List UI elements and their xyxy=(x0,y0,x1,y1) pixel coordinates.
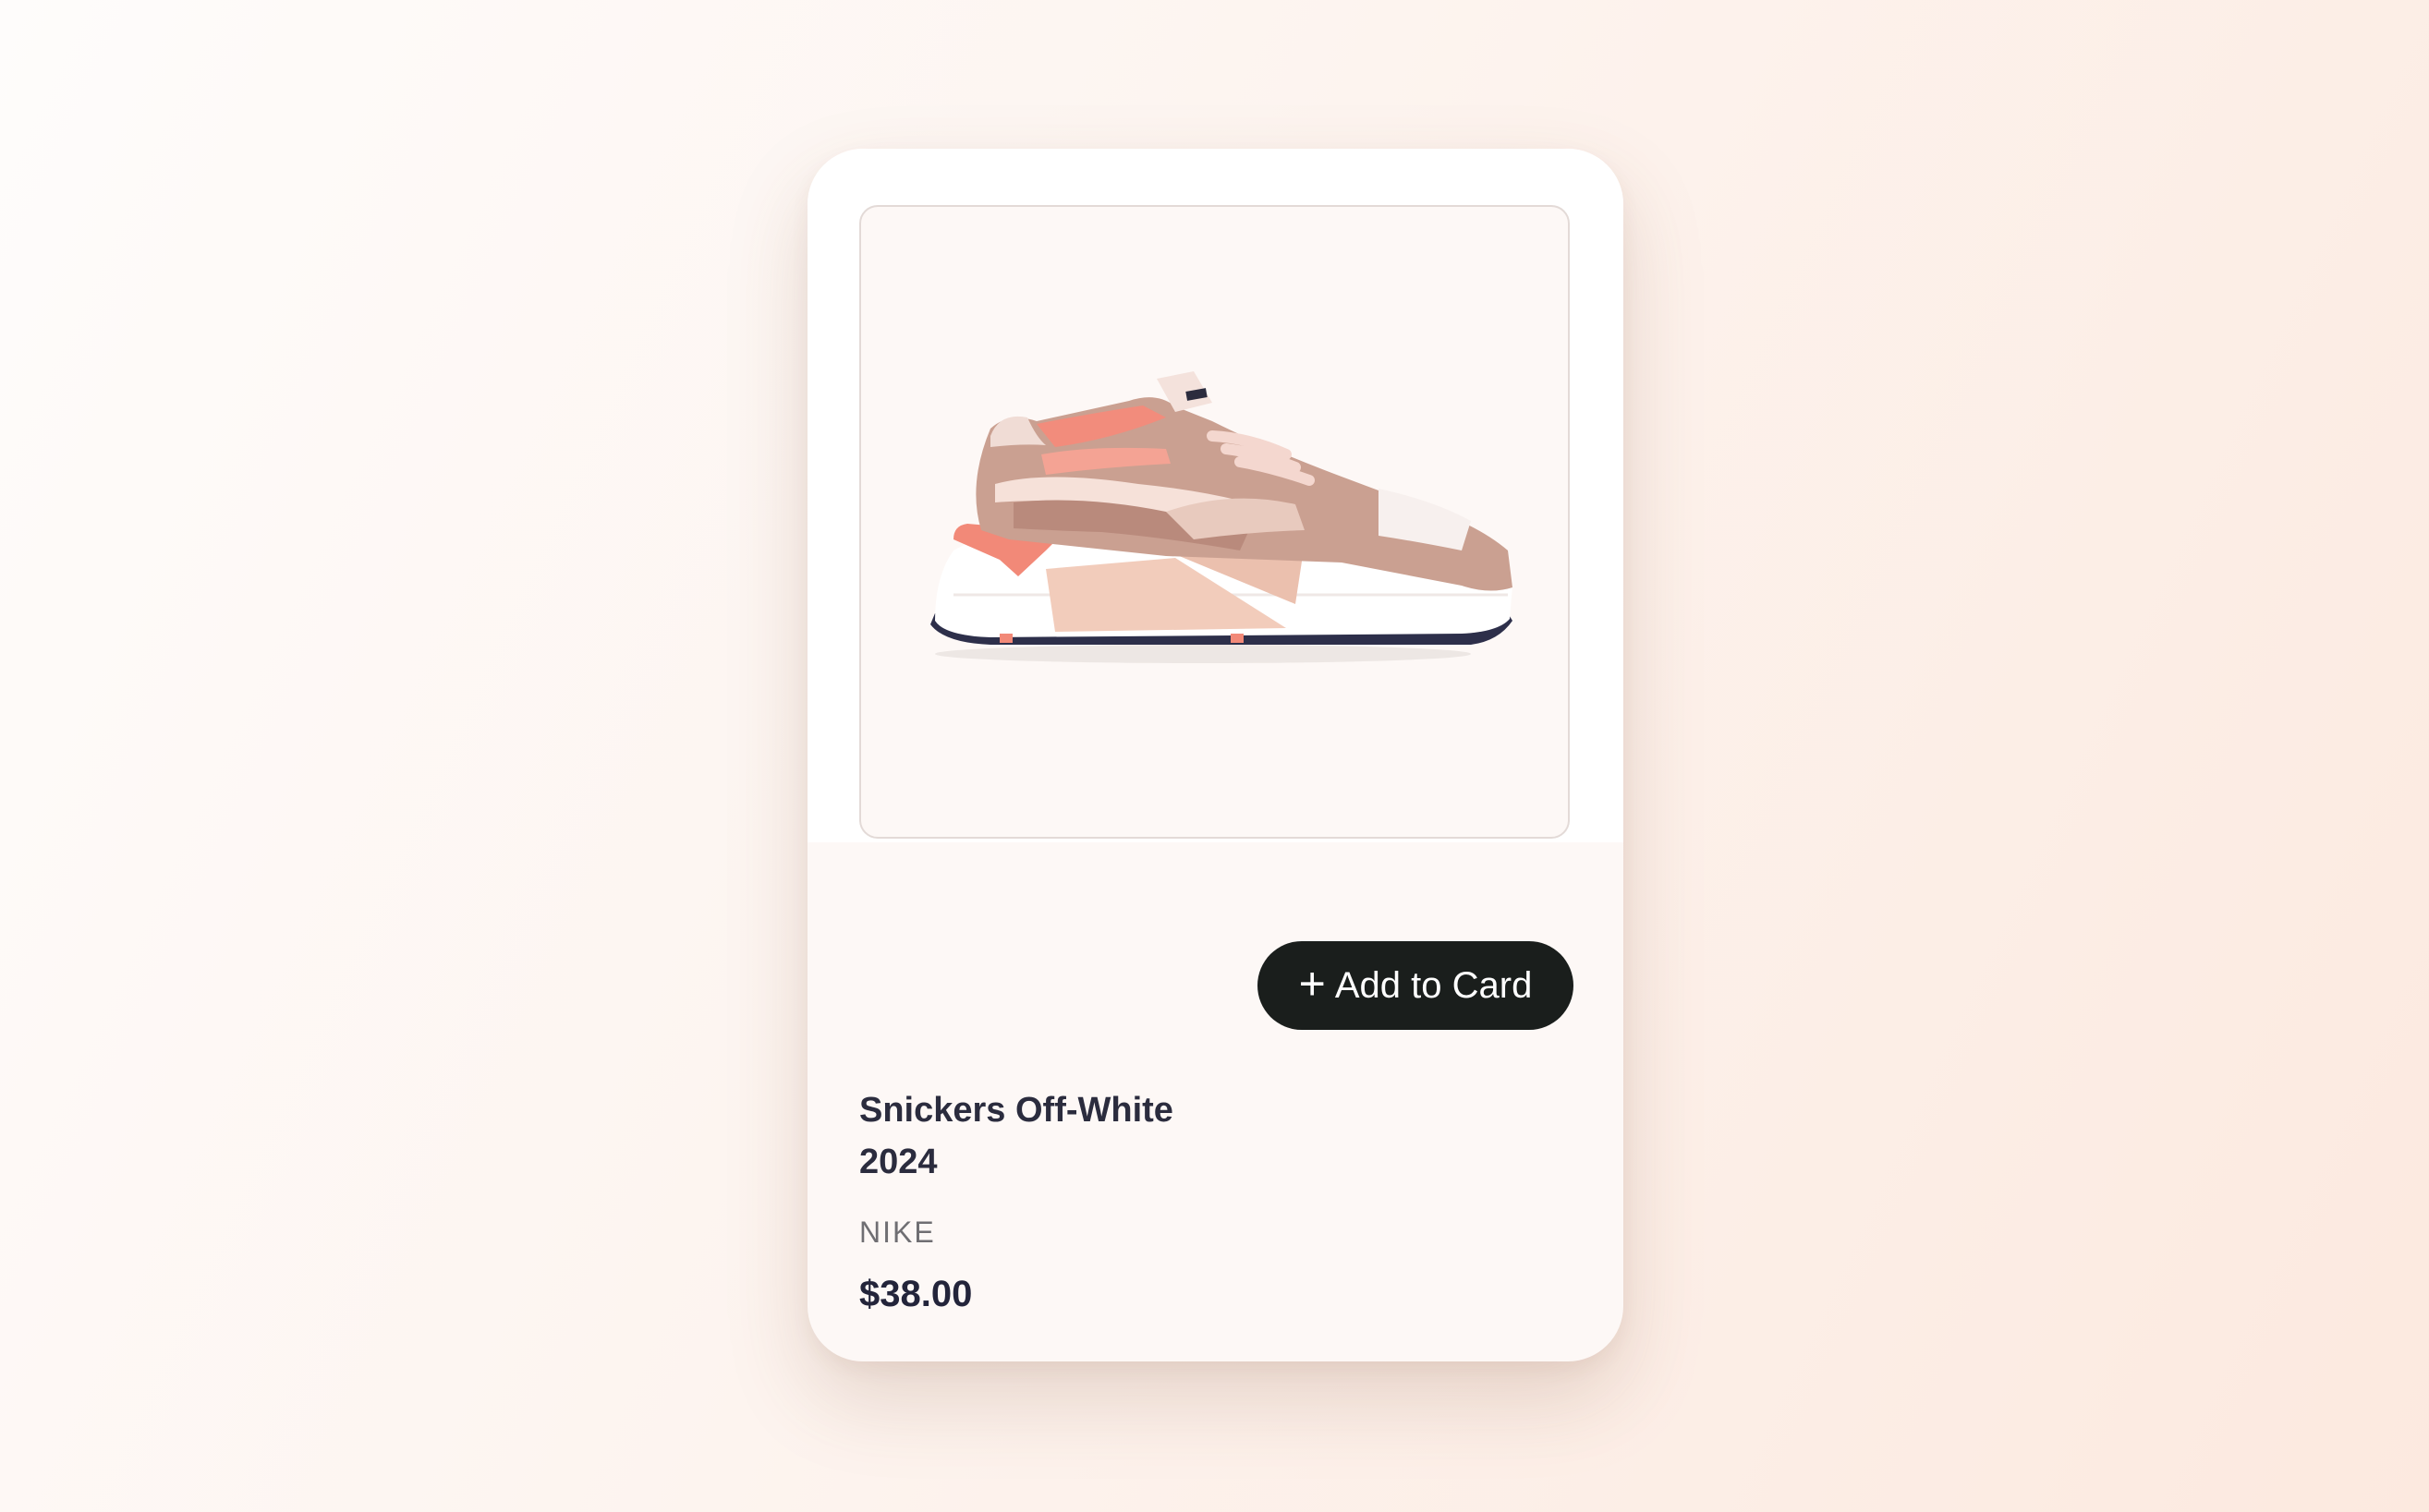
product-card: Snickers Off-White 2024 + Add to Card NI… xyxy=(808,149,1623,1361)
product-price: $38.00 xyxy=(859,1274,973,1314)
add-to-cart-label: Add to Card xyxy=(1334,964,1533,1006)
product-brand: NIKE xyxy=(859,1216,936,1249)
sneaker-icon xyxy=(930,371,1512,663)
plus-icon: + xyxy=(1298,958,1326,1010)
product-image-frame[interactable] xyxy=(859,205,1570,839)
product-title: Snickers Off-White 2024 xyxy=(859,1091,1173,1181)
add-to-cart-button[interactable]: + Add to Card xyxy=(1257,941,1573,1030)
